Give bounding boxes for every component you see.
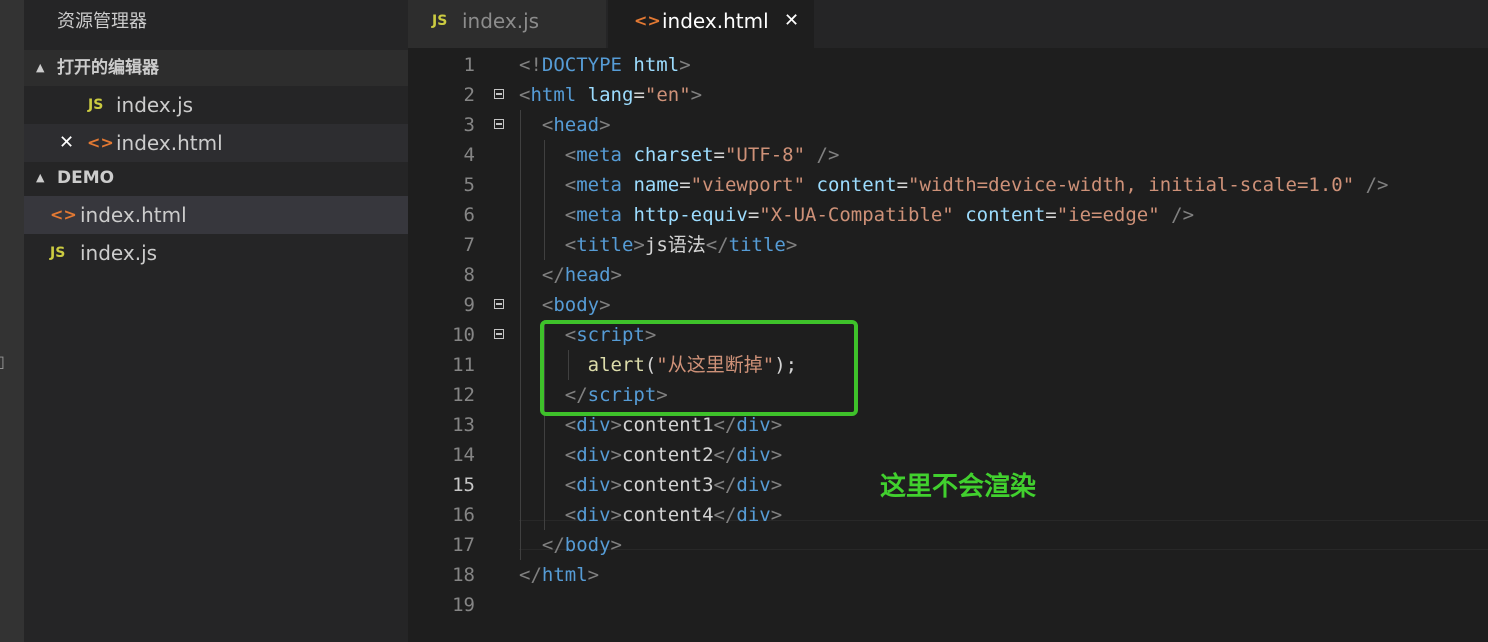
line-number: 3 [463, 114, 475, 136]
line-number: 4 [463, 144, 475, 166]
code-text: </html> [519, 564, 600, 586]
code-line[interactable]: 16 <div>content4</div> [408, 500, 1488, 530]
open-editors-header[interactable]: ▲ 打开的编辑器 [24, 50, 408, 86]
code-line[interactable]: 3 <head> [408, 110, 1488, 140]
explorer-sidebar: 资源管理器 ▲ 打开的编辑器 JS index.js ✕ <> index.ht… [24, 0, 408, 642]
code-line[interactable]: 8 </head> [408, 260, 1488, 290]
file-name: index.js [80, 241, 158, 265]
code-line[interactable]: 19 [408, 590, 1488, 620]
explorer-title: 资源管理器 [57, 11, 147, 32]
tab-label: index.html [662, 9, 769, 33]
open-editor-name: index.js [116, 93, 194, 117]
code-text: <meta charset="UTF-8" /> [564, 144, 840, 166]
annotation-text: 这里不会渲染 [880, 472, 1037, 502]
tab-index-html[interactable]: <> index.html ✕ [608, 0, 814, 48]
code-line[interactable]: 5 <meta name="viewport" content="width=d… [408, 170, 1488, 200]
code-text: <html lang="en"> [519, 84, 703, 106]
tab-index-js[interactable]: JS index.js [408, 0, 606, 48]
editor-tabs: JS index.js <> index.html ✕ [408, 0, 1488, 48]
editor-area: JS index.js <> index.html ✕ 1 <!DOCTYPE h… [408, 0, 1488, 642]
open-editors-label: 打开的编辑器 [57, 58, 159, 78]
code-text: </body> [541, 534, 622, 556]
line-number: 5 [463, 174, 475, 196]
code-line[interactable]: 17 </body> [408, 530, 1488, 560]
code-line[interactable]: 1 <!DOCTYPE html> [408, 50, 1488, 80]
tab-close-icon[interactable]: ✕ [784, 0, 799, 42]
line-number: 17 [452, 534, 475, 556]
line-number: 6 [463, 204, 475, 226]
html-file-icon: <> [87, 133, 114, 152]
activity-icon-partial[interactable]: ) [0, 269, 2, 295]
js-file-icon: JS [50, 245, 66, 261]
file-item-index-js[interactable]: JS index.js [24, 234, 408, 272]
code-line[interactable]: 9 <body> [408, 290, 1488, 320]
line-number: 13 [452, 414, 475, 436]
code-text: <head> [541, 114, 611, 136]
line-number: 1 [463, 54, 475, 76]
line-number: 16 [452, 504, 475, 526]
collapse-triangle-icon[interactable]: ▲ [36, 160, 44, 196]
code-text: </head> [541, 264, 622, 286]
activity-bar: ) ) ▯ [0, 0, 24, 642]
code-text: <meta http-equiv="X-UA-Compatible" conte… [564, 204, 1195, 226]
collapse-triangle-icon[interactable]: ▲ [36, 50, 44, 86]
line-number: 7 [463, 234, 475, 256]
code-text: <div>content3</div> [564, 474, 783, 496]
line-number: 14 [452, 444, 475, 466]
activity-icon-partial[interactable]: ▯ [0, 352, 5, 372]
open-editor-name: index.html [116, 131, 223, 155]
line-number: 11 [452, 354, 475, 376]
folder-label: DEMO [57, 168, 115, 188]
file-name: index.html [80, 203, 187, 227]
close-icon[interactable]: ✕ [59, 124, 74, 162]
line-number: 2 [463, 84, 475, 106]
code-line[interactable]: 2 <html lang="en"> [408, 80, 1488, 110]
code-text: <div>content2</div> [564, 444, 783, 466]
fold-toggle-icon[interactable] [494, 89, 504, 99]
line-number: 9 [463, 294, 475, 316]
file-item-index-html[interactable]: <> index.html [24, 196, 408, 234]
fold-toggle-icon[interactable] [494, 299, 504, 309]
code-line[interactable]: 7 <title>js语法</title> [408, 230, 1488, 260]
code-text: <!DOCTYPE html> [519, 54, 691, 76]
fold-toggle-icon[interactable] [494, 329, 504, 339]
code-text: <meta name="viewport" content="width=dev… [564, 174, 1389, 196]
line-number: 12 [452, 384, 475, 406]
open-editor-item-index-js[interactable]: JS index.js [24, 86, 408, 124]
code-line[interactable]: 18 </html> [408, 560, 1488, 590]
code-text: <title>js语法</title> [564, 234, 798, 256]
html-file-icon: <> [634, 11, 661, 30]
line-number: 10 [452, 324, 475, 346]
line-number: 18 [452, 564, 475, 586]
tab-label: index.js [462, 9, 540, 33]
js-file-icon: JS [432, 13, 448, 29]
line-number: 15 [452, 474, 475, 496]
open-editor-item-index-html[interactable]: ✕ <> index.html [24, 124, 408, 162]
code-text: <body> [541, 294, 611, 316]
code-text: <div>content4</div> [564, 504, 783, 526]
fold-toggle-icon[interactable] [494, 119, 504, 129]
line-number: 8 [463, 264, 475, 286]
annotation-highlight-box [540, 320, 858, 416]
code-line[interactable]: 4 <meta charset="UTF-8" /> [408, 140, 1488, 170]
js-file-icon: JS [88, 97, 104, 113]
line-number: 19 [452, 594, 475, 616]
code-line[interactable]: 6 <meta http-equiv="X-UA-Compatible" con… [408, 200, 1488, 230]
folder-header-demo[interactable]: ▲ DEMO [24, 160, 408, 196]
html-file-icon: <> [50, 205, 77, 224]
